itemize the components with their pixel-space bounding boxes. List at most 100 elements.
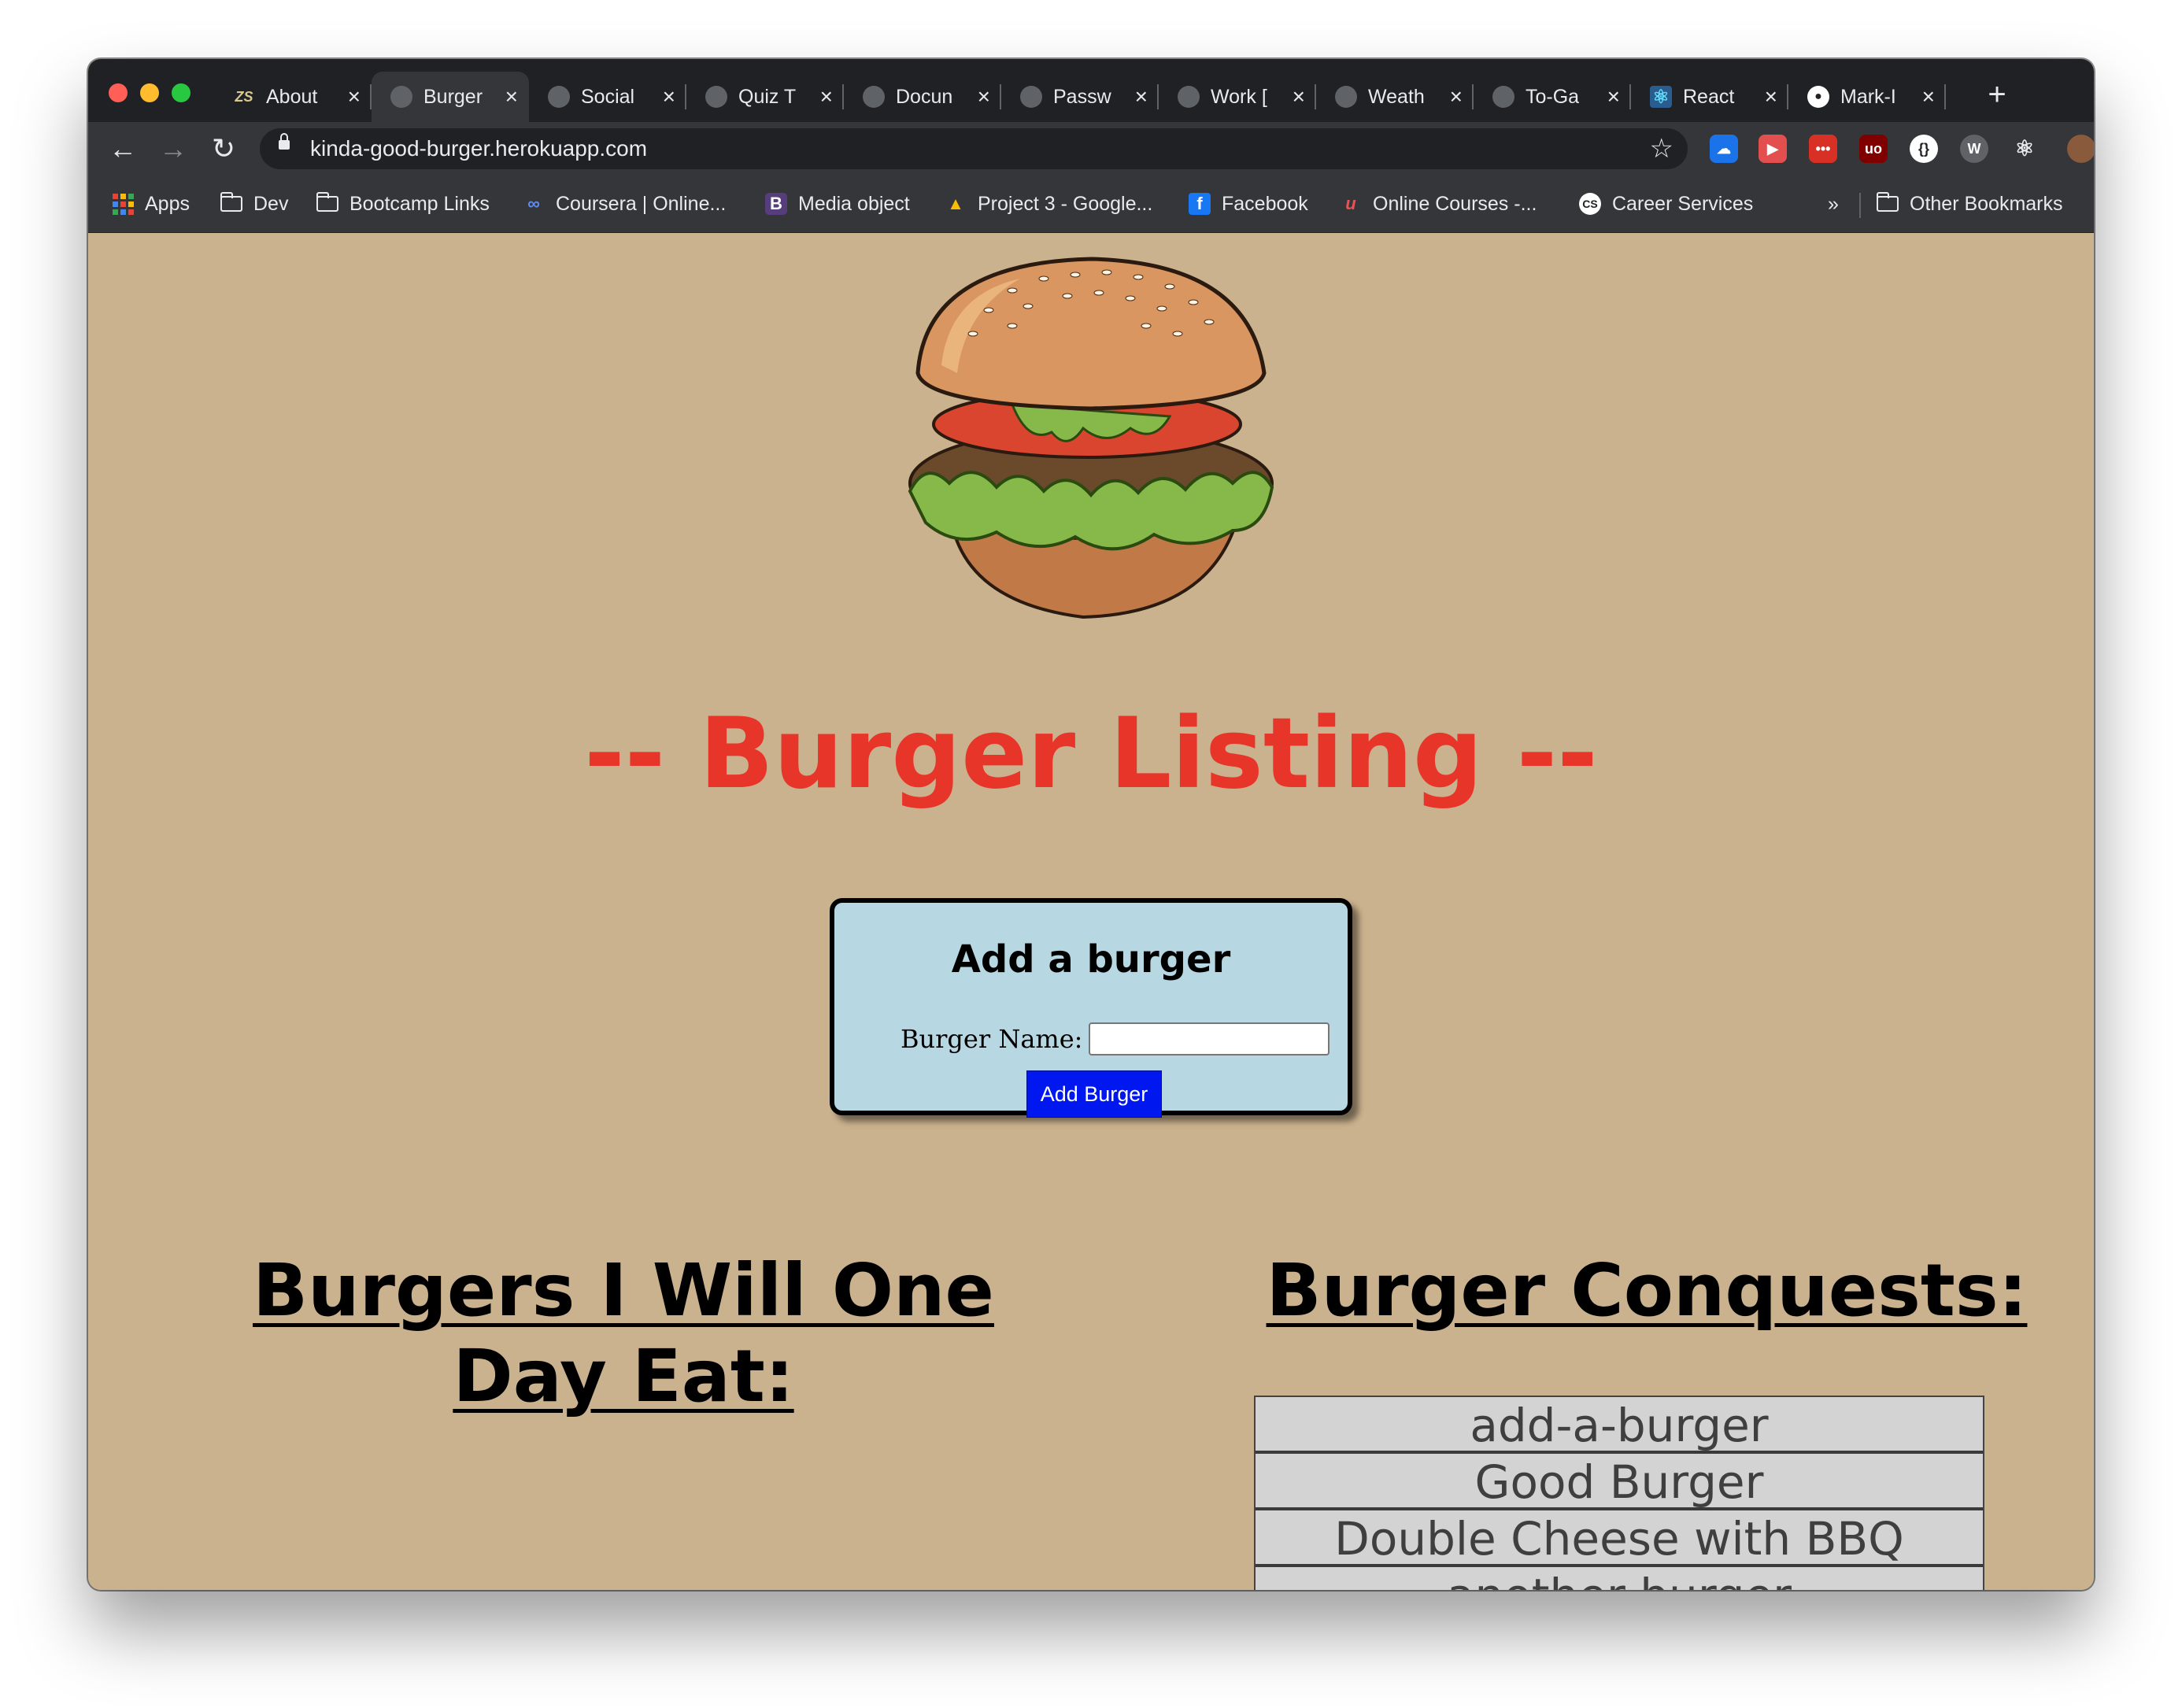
add-burger-form: Add a burger Burger Name: Add Burger [830, 898, 1352, 1118]
maximize-window-button[interactable] [172, 83, 190, 102]
apps-grid-icon [112, 193, 134, 215]
uneaten-burgers-heading: Burgers I Will One Day Eat: [253, 1248, 994, 1418]
close-icon[interactable]: × [1135, 84, 1148, 109]
chevron-double-right-icon: » [1828, 192, 1839, 215]
video-extension-icon[interactable]: ▶ [1759, 135, 1787, 163]
bookmarks-overflow-button[interactable]: » [1828, 187, 1839, 221]
tab-title: Weath [1368, 85, 1425, 108]
bookmark-folder-dev[interactable]: Dev [220, 187, 288, 221]
burger-illustration [908, 257, 1274, 619]
tab-quiz[interactable]: Quiz T × [686, 72, 844, 122]
tab-burger[interactable]: Burger × [372, 72, 529, 122]
close-icon[interactable]: × [505, 84, 518, 109]
forward-arrow-icon[interactable]: → [153, 128, 194, 169]
bookmark-label: Dev [253, 192, 289, 215]
tab-react[interactable]: ⚛ React × [1631, 72, 1788, 122]
bookmark-label: Online Courses -... [1373, 192, 1537, 215]
bookmark-media-object[interactable]: B Media object [765, 187, 910, 221]
close-icon[interactable]: × [978, 84, 990, 109]
tab-document[interactable]: Docun × [844, 72, 1001, 122]
close-icon[interactable]: × [1450, 84, 1463, 109]
reload-icon[interactable]: ↻ [203, 128, 244, 169]
other-bookmarks[interactable]: Other Bookmarks [1877, 187, 2063, 221]
bookmark-star-icon[interactable]: ☆ [1650, 133, 1673, 165]
tab-title: About [266, 85, 318, 108]
minimize-window-button[interactable] [140, 83, 159, 102]
tab-title: React [1683, 85, 1735, 108]
bookmark-label: Bootcamp Links [349, 192, 490, 215]
lastpass-extension-icon[interactable]: ••• [1809, 135, 1837, 163]
github-icon: ● [1807, 86, 1829, 108]
w-extension-icon[interactable]: W [1960, 135, 1988, 163]
close-window-button[interactable] [109, 83, 128, 102]
close-icon[interactable]: × [1922, 84, 1935, 109]
bookmark-career-services[interactable]: CS Career Services [1579, 187, 1753, 221]
close-icon[interactable]: × [1765, 84, 1777, 109]
bootstrap-icon: B [765, 193, 787, 215]
tab-title: To-Ga [1526, 85, 1580, 108]
folder-icon [316, 192, 338, 215]
globe-icon [548, 86, 570, 108]
tab-title: Mark-I [1840, 85, 1896, 108]
burger-conquests-heading: Burger Conquests: [1266, 1248, 2028, 1333]
google-drive-icon: ▲ [947, 194, 964, 213]
bookmark-label: Career Services [1612, 192, 1754, 215]
react-devtools-icon[interactable]: ⚛ [2010, 135, 2039, 163]
zs-icon: ZS [235, 88, 253, 105]
bookmark-apps[interactable]: Apps [112, 187, 190, 221]
bookmark-label: Media object [798, 192, 910, 215]
globe-icon [1178, 86, 1200, 108]
json-extension-icon[interactable]: {} [1910, 135, 1938, 163]
bookmark-label: Other Bookmarks [1910, 192, 2063, 215]
bookmark-project-3[interactable]: ▲ Project 3 - Google... [945, 187, 1152, 221]
list-item: another burger [1256, 1567, 1983, 1590]
close-icon[interactable]: × [663, 84, 675, 109]
list-item: Double Cheese with BBQ [1256, 1510, 1983, 1567]
ublock-extension-icon[interactable]: uo [1859, 135, 1888, 163]
globe-icon [390, 86, 412, 108]
cloud-extension-icon[interactable]: ☁ [1710, 135, 1738, 163]
close-icon[interactable]: × [820, 84, 833, 109]
new-tab-button[interactable]: + [1977, 75, 2017, 114]
coursera-icon: ∞ [527, 194, 540, 213]
bookmark-facebook[interactable]: f Facebook [1189, 187, 1308, 221]
form-title: Add a burger [951, 937, 1231, 982]
tab-title: Burger [423, 85, 483, 108]
burger-name-input[interactable] [1089, 1022, 1330, 1055]
close-icon[interactable]: × [1293, 84, 1305, 109]
bookmark-label: Coursera | Online... [556, 192, 727, 215]
tab-strip: ZS About × Burger × Social × Quiz T × Do… [88, 59, 2094, 122]
bookmark-folder-bootcamp[interactable]: Bootcamp Links [316, 187, 490, 221]
avatar[interactable] [2067, 135, 2094, 163]
burger-name-label: Burger Name: [901, 1024, 1083, 1054]
back-arrow-icon[interactable]: ← [102, 128, 143, 169]
tab-about[interactable]: ZS About × [214, 72, 372, 122]
tab-title: Passw [1053, 85, 1111, 108]
globe-icon [1020, 86, 1042, 108]
tab-title: Docun [896, 85, 953, 108]
close-icon[interactable]: × [1607, 84, 1620, 109]
tab-work[interactable]: Work [ × [1159, 72, 1316, 122]
bookmark-online-courses[interactable]: u Online Courses -... [1340, 187, 1537, 221]
bookmark-label: Project 3 - Google... [978, 192, 1153, 215]
bookmark-coursera[interactable]: ∞ Coursera | Online... [523, 187, 726, 221]
folder-icon [1877, 192, 1899, 215]
folder-icon [220, 192, 242, 215]
browser-window: ZS About × Burger × Social × Quiz T × Do… [88, 59, 2094, 1590]
close-icon[interactable]: × [348, 84, 361, 109]
tab-mark[interactable]: ● Mark-I × [1788, 72, 1946, 122]
address-bar[interactable]: kinda-good-burger.herokuapp.com ☆ [260, 128, 1688, 169]
url-text[interactable]: kinda-good-burger.herokuapp.com [310, 136, 647, 161]
tab-to-game[interactable]: To-Ga × [1474, 72, 1631, 122]
page-title: -- Burger Listing -- [584, 697, 1598, 811]
bookmark-label: Apps [145, 192, 190, 215]
add-burger-button[interactable]: Add Burger [1026, 1070, 1162, 1118]
tab-social[interactable]: Social × [529, 72, 686, 122]
tab-title: Work [ [1211, 85, 1267, 108]
tab-weather[interactable]: Weath × [1316, 72, 1474, 122]
lock-icon [279, 133, 290, 150]
tab-password[interactable]: Passw × [1001, 72, 1159, 122]
list-item: Good Burger [1256, 1454, 1983, 1510]
tab-title: Social [581, 85, 635, 108]
page-content: -- Burger Listing -- Add a burger Burger… [88, 233, 2094, 1590]
